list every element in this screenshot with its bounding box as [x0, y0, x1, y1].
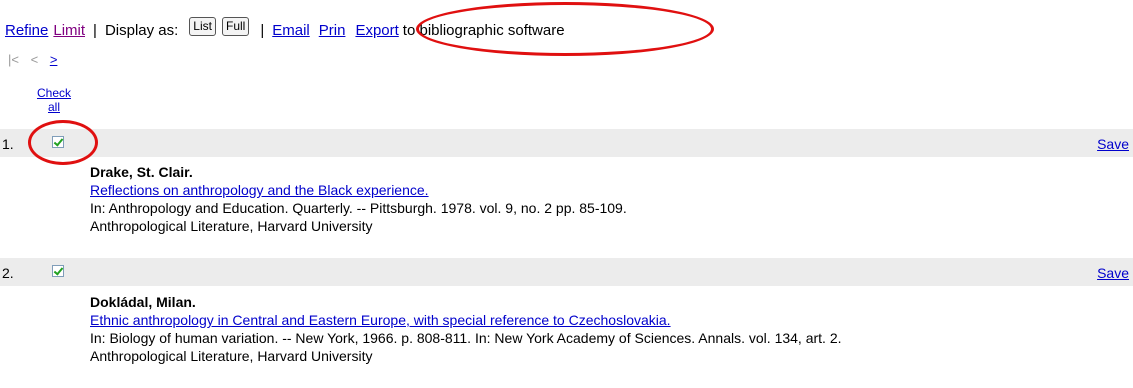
- refine-link[interactable]: Refine: [5, 22, 48, 39]
- pager: |< < >: [8, 52, 57, 67]
- list-view-button[interactable]: List: [189, 16, 216, 36]
- record-citation: In: Biology of human variation. -- New Y…: [90, 330, 842, 346]
- record-title-link[interactable]: Ethnic anthropology in Central and Easte…: [90, 311, 842, 329]
- prev-page-control: <: [30, 52, 39, 67]
- record-author: Dokládal, Milan.: [90, 294, 196, 310]
- record-checkbox[interactable]: [52, 136, 64, 148]
- email-link[interactable]: Email: [272, 22, 310, 39]
- record-header-row: 2. Save: [0, 258, 1133, 286]
- results-toolbar: Refine Limit | Display as: List Full | E…: [5, 16, 565, 42]
- export-description: to bibliographic software: [402, 21, 565, 39]
- toolbar-separator: |: [260, 21, 265, 39]
- record-entry: Dokládal, Milan. Ethnic anthropology in …: [90, 293, 842, 365]
- record-header-row: 1. Save: [0, 129, 1133, 157]
- print-link[interactable]: Prin: [319, 22, 346, 39]
- limit-link[interactable]: Limit: [53, 22, 85, 39]
- record-entry: Drake, St. Clair. Reflections on anthrop…: [90, 163, 627, 235]
- next-page-link[interactable]: >: [50, 52, 58, 67]
- record-citation: In: Anthropology and Education. Quarterl…: [90, 200, 627, 216]
- save-link[interactable]: Save: [1097, 136, 1129, 152]
- record-checkbox[interactable]: [52, 265, 64, 277]
- export-link[interactable]: Export: [355, 22, 398, 39]
- record-source: Anthropological Literature, Harvard Univ…: [90, 348, 373, 364]
- record-source: Anthropological Literature, Harvard Univ…: [90, 218, 373, 234]
- first-page-control: |<: [8, 52, 19, 67]
- toolbar-separator: |: [93, 21, 97, 39]
- check-all-link[interactable]: Check all: [34, 86, 74, 114]
- full-view-button[interactable]: Full: [221, 16, 250, 36]
- save-link[interactable]: Save: [1097, 265, 1129, 281]
- record-author: Drake, St. Clair.: [90, 164, 193, 180]
- record-number: 1.: [2, 136, 14, 152]
- record-title-link[interactable]: Reflections on anthropology and the Blac…: [90, 181, 627, 199]
- display-as-label: Display as:: [104, 21, 179, 39]
- record-number: 2.: [2, 265, 14, 281]
